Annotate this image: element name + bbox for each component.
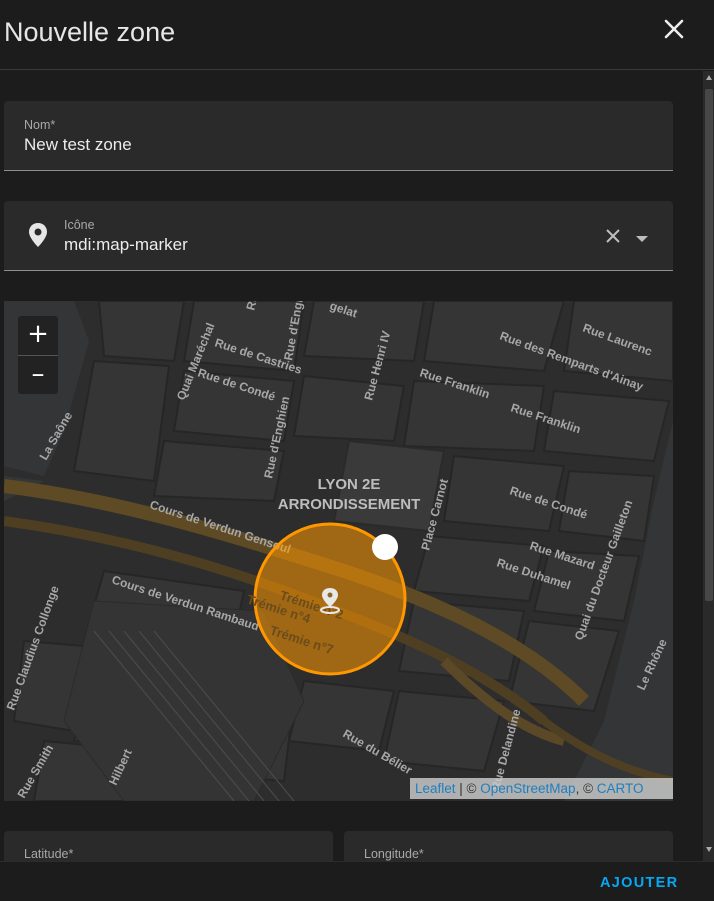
latitude-field-label: Latitude* xyxy=(24,847,74,861)
map-tiles[interactable]: Quai Maréchal Rue de Castries Rue d'Engh… xyxy=(4,301,673,801)
zoom-control: + – xyxy=(18,316,58,394)
dialog-title: Nouvelle zone xyxy=(4,17,176,47)
scroll-thumb[interactable] xyxy=(705,89,713,601)
zone-map[interactable]: Quai Maréchal Rue de Castries Rue d'Engh… xyxy=(4,301,673,801)
attribution-separator: , © xyxy=(575,781,597,796)
dialog-header: Nouvelle zone xyxy=(0,0,714,70)
close-icon xyxy=(664,19,684,39)
zoom-out-button[interactable]: – xyxy=(18,356,58,395)
dialog-content: Nom* New test zone Icône mdi:map-marker xyxy=(0,71,714,861)
district-label-line2: ARRONDISSEMENT xyxy=(278,496,421,513)
openstreetmap-link[interactable]: OpenStreetMap xyxy=(480,781,575,796)
district-label-line1: LYON 2E xyxy=(318,476,381,493)
dialog-footer: AJOUTER xyxy=(0,861,714,901)
latitude-field[interactable]: Latitude* xyxy=(4,831,333,861)
name-field-label: Nom* xyxy=(24,118,56,132)
scroll-up-arrow-icon[interactable] xyxy=(706,75,712,80)
longitude-field-label: Longitude* xyxy=(364,847,424,861)
icon-field-value[interactable]: mdi:map-marker xyxy=(64,235,188,255)
name-field[interactable]: Nom* New test zone xyxy=(4,101,673,171)
chevron-down-icon xyxy=(636,236,648,242)
close-button[interactable] xyxy=(660,15,688,43)
leaflet-link[interactable]: Leaflet xyxy=(415,781,456,796)
name-field-value[interactable]: New test zone xyxy=(24,135,132,155)
longitude-field[interactable]: Longitude* xyxy=(344,831,673,861)
icon-field[interactable]: Icône mdi:map-marker xyxy=(4,201,673,271)
dropdown-toggle-button[interactable] xyxy=(634,231,650,249)
carto-link[interactable]: CARTO xyxy=(597,781,644,796)
icon-field-label: Icône xyxy=(64,218,95,232)
clear-icon-button[interactable] xyxy=(604,227,622,250)
content-scrollbar[interactable] xyxy=(703,71,714,861)
scroll-down-arrow-icon[interactable] xyxy=(706,847,712,852)
radius-handle[interactable] xyxy=(372,534,398,560)
map-attribution: Leaflet | © OpenStreetMap, © CARTO xyxy=(410,778,673,799)
attribution-separator: | © xyxy=(455,781,481,796)
new-zone-dialog: Nouvelle zone Nom* New test zone Icône m… xyxy=(0,0,714,901)
zoom-in-button[interactable]: + xyxy=(18,316,58,355)
add-button[interactable]: AJOUTER xyxy=(600,875,678,891)
clear-icon xyxy=(606,229,620,243)
map-marker-icon xyxy=(29,223,47,247)
